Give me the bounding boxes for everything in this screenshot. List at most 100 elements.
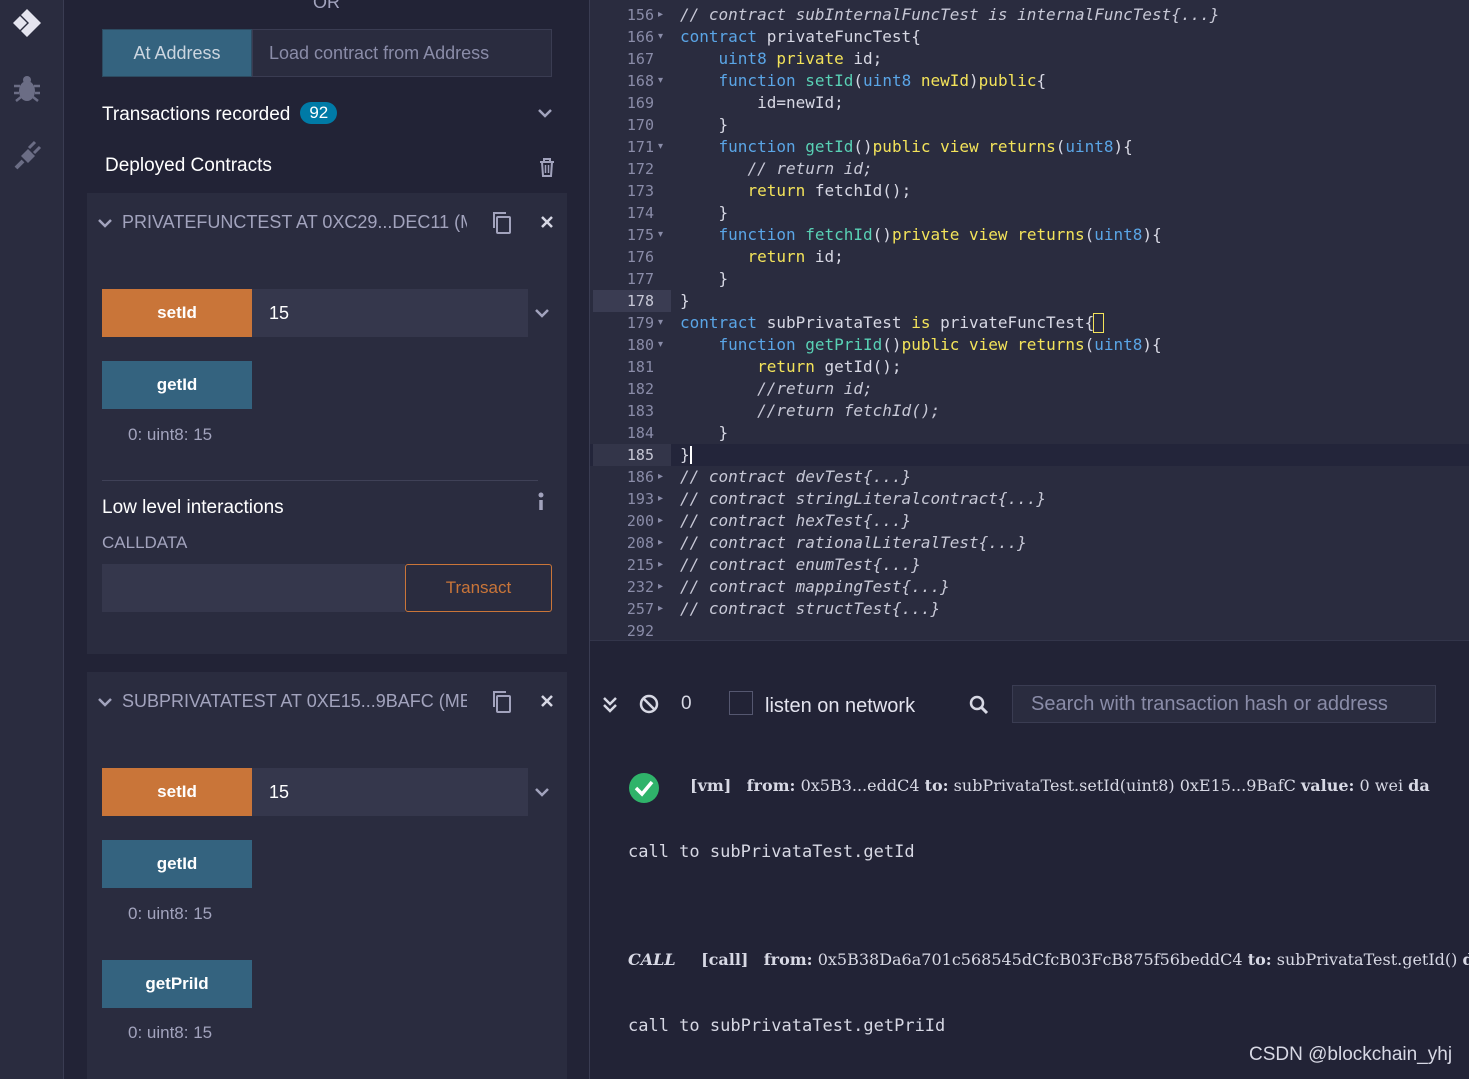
fold-open-icon[interactable]: ▾: [658, 136, 663, 158]
contract-title: PRIVATEFUNCTEST AT 0XC29...DEC11 (M: [122, 212, 467, 232]
code-line: // contract stringLiteralcontract{...}: [680, 489, 1047, 508]
copy-icon[interactable]: [491, 690, 513, 719]
code-line: }: [680, 269, 729, 288]
line-number: 292: [626, 622, 654, 640]
chevron-down-icon[interactable]: [96, 693, 114, 716]
setid-button[interactable]: setId: [102, 289, 252, 337]
code-line: return fetchId();: [747, 181, 912, 200]
contract-header[interactable]: SUBPRIVATATEST AT 0XE15...9BAFC (ME: [87, 672, 567, 732]
code-line: // contract rationalLiteralTest{...}: [680, 533, 1027, 552]
code-line: contract subPrivataTest is privateFuncTe…: [680, 313, 1095, 332]
fold-open-icon[interactable]: ▾: [658, 224, 663, 246]
line-number: 185: [626, 446, 654, 464]
terminal-search-input[interactable]: Search with transaction hash or address: [1012, 685, 1436, 723]
code-line: return id;: [747, 247, 844, 266]
close-icon[interactable]: [539, 693, 555, 714]
fold-open-icon[interactable]: ▾: [658, 26, 663, 48]
chevron-down-icon[interactable]: [536, 104, 554, 127]
code-editor[interactable]: 156 ▸// contract subInternalFuncTest is i…: [589, 0, 1469, 640]
fold-open-icon[interactable]: ▾: [658, 70, 663, 92]
run-panel: OR At Address Load contract from Address…: [64, 0, 588, 1079]
fold-closed-icon[interactable]: ▸: [658, 466, 663, 488]
remix-logo-icon[interactable]: [10, 6, 44, 40]
line-number: 232: [626, 578, 654, 596]
close-icon[interactable]: [539, 214, 555, 235]
fold-closed-icon[interactable]: ▸: [658, 576, 663, 598]
call-log-getid: call to subPrivataTest.getId: [628, 842, 915, 862]
code-line: //return fetchId();: [757, 401, 941, 420]
code-line: id=newId;: [680, 93, 844, 112]
address-input[interactable]: Load contract from Address: [252, 29, 552, 77]
transactions-label: Transactions recorded: [102, 104, 291, 125]
getid-button[interactable]: getId: [102, 840, 252, 888]
line-number: 176: [626, 248, 654, 266]
contract-card-subprivatatest: SUBPRIVATATEST AT 0XE15...9BAFC (ME setI…: [87, 672, 567, 1079]
line-number: 184: [626, 424, 654, 442]
fold-closed-icon[interactable]: ▸: [658, 598, 663, 620]
fold-open-icon[interactable]: ▾: [658, 312, 663, 334]
check-circle-icon: [628, 772, 660, 809]
deployed-contracts-title: Deployed Contracts: [105, 155, 272, 176]
code-line: //return id;: [757, 379, 873, 398]
fold-closed-icon[interactable]: ▸: [658, 4, 663, 26]
contract-header[interactable]: PRIVATEFUNCTEST AT 0XC29...DEC11 (M: [87, 193, 567, 253]
icon-rail: [0, 0, 64, 1079]
line-number: 208: [626, 534, 654, 552]
watermark: CSDN @blockchain_yhj: [1249, 1044, 1453, 1065]
clear-icon[interactable]: [639, 694, 659, 719]
line-number: 173: [626, 182, 654, 200]
fold-closed-icon[interactable]: ▸: [658, 488, 663, 510]
tx-log-vm[interactable]: [vm] from: 0x5B3...eddC4 to: subPrivataT…: [690, 776, 1430, 795]
line-number: 171: [626, 138, 654, 156]
line-number: 186: [626, 468, 654, 486]
getpriid-button[interactable]: getPriId: [102, 960, 252, 1008]
transactions-recorded[interactable]: Transactions recorded 92: [102, 102, 338, 126]
getid-button[interactable]: getId: [102, 361, 252, 409]
line-number: 168: [626, 72, 654, 90]
calldata-input[interactable]: [102, 564, 405, 612]
line-number: 166: [626, 28, 654, 46]
line-number: 257: [626, 600, 654, 618]
transact-button[interactable]: Transact: [405, 564, 552, 612]
transactions-count-badge: 92: [300, 102, 338, 124]
line-number: 174: [626, 204, 654, 222]
pending-count: 0: [681, 693, 692, 714]
tx-log-call[interactable]: CALL [call] from: 0x5B38Da6a701c568545dC…: [628, 950, 1469, 969]
listen-checkbox[interactable]: [729, 691, 753, 715]
fold-closed-icon[interactable]: ▸: [658, 510, 663, 532]
code-line: // return id;: [747, 159, 873, 178]
setid-button[interactable]: setId: [102, 768, 252, 816]
double-chevron-down-icon[interactable]: [602, 696, 618, 719]
active-line-highlight: [590, 444, 1469, 466]
chevron-down-icon[interactable]: [533, 304, 551, 327]
code-line: // contract enumTest{...}: [680, 555, 921, 574]
code-line: function getPriId()public view returns(u…: [718, 335, 1162, 354]
copy-icon[interactable]: [491, 211, 513, 240]
line-number: 179: [626, 314, 654, 332]
terminal-toolbar: 0 listen on network Search with transact…: [590, 640, 1469, 728]
or-label: OR: [313, 0, 340, 12]
line-number: 156: [626, 6, 654, 24]
code-line: contract privateFuncTest{: [680, 27, 921, 46]
plugin-manager-icon[interactable]: [10, 138, 44, 172]
line-number: 181: [626, 358, 654, 376]
contract-title: SUBPRIVATATEST AT 0XE15...9BAFC (ME: [122, 691, 467, 711]
code-line: }: [680, 203, 729, 222]
trash-icon[interactable]: [538, 157, 556, 182]
at-address-button[interactable]: At Address: [102, 29, 252, 77]
fold-closed-icon[interactable]: ▸: [658, 554, 663, 576]
chevron-down-icon[interactable]: [96, 214, 114, 237]
chevron-down-icon[interactable]: [533, 783, 551, 806]
fold-closed-icon[interactable]: ▸: [658, 532, 663, 554]
debugger-icon[interactable]: [10, 72, 44, 106]
text-cursor: [690, 446, 692, 464]
search-icon[interactable]: [969, 695, 989, 720]
setid-input[interactable]: 15: [252, 289, 528, 337]
line-number: 200: [626, 512, 654, 530]
setid-input[interactable]: 15: [252, 768, 528, 816]
code-line: }: [680, 291, 690, 310]
getid-output: 0: uint8: 15: [128, 425, 213, 444]
info-icon[interactable]: [535, 491, 547, 518]
fold-open-icon[interactable]: ▾: [658, 334, 663, 356]
line-number: 167: [626, 50, 654, 68]
